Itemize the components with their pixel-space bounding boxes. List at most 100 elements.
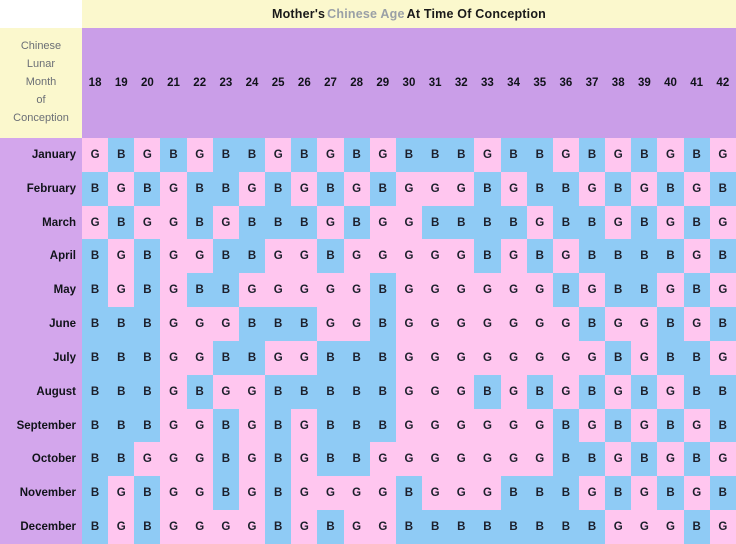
- prediction-cell: G: [212, 307, 239, 341]
- prediction-cell: G: [160, 408, 187, 443]
- prediction-cell: G: [448, 442, 475, 477]
- prediction-cell: B: [422, 205, 449, 240]
- prediction-cell: B: [369, 307, 396, 341]
- prediction-cell: G: [526, 205, 553, 240]
- prediction-cell: B: [265, 442, 292, 477]
- prediction-cell: G: [631, 476, 658, 511]
- prediction-cell: G: [265, 239, 292, 274]
- prediction-cell: G: [343, 307, 370, 341]
- prediction-cell: G: [212, 510, 239, 544]
- prediction-cell: B: [265, 476, 292, 511]
- prediction-cell: G: [657, 374, 684, 409]
- prediction-cell: G: [683, 476, 710, 511]
- row-cells: GBGBGBBGBGBGBBBGBBGBGBGBG: [82, 138, 736, 172]
- age-header-cell: 22: [193, 77, 207, 89]
- prediction-cell: B: [317, 442, 344, 477]
- prediction-cell: B: [526, 476, 553, 511]
- prediction-cell: G: [134, 205, 161, 240]
- prediction-cell: G: [552, 374, 579, 409]
- prediction-cell: B: [631, 442, 658, 477]
- month-row-label: June: [0, 307, 82, 341]
- prediction-cell: B: [212, 138, 239, 172]
- prediction-cell: B: [578, 442, 606, 477]
- prediction-cell: B: [500, 138, 527, 172]
- prediction-cell: B: [448, 138, 475, 172]
- prediction-cell: B: [108, 442, 135, 477]
- prediction-cell: G: [422, 273, 449, 308]
- row-cells: BBGGGBGBGBBGGGGGGGBBGBGBG: [82, 442, 736, 477]
- prediction-cell: G: [605, 374, 632, 409]
- prediction-cell: G: [343, 510, 370, 544]
- prediction-cell: G: [238, 408, 266, 443]
- prediction-cell: B: [82, 340, 109, 375]
- prediction-cell: G: [317, 273, 344, 308]
- prediction-cell: B: [657, 476, 684, 511]
- prediction-cell: G: [343, 476, 370, 511]
- prediction-cell: G: [395, 273, 423, 308]
- prediction-cell: B: [82, 476, 109, 511]
- table-row: February B G B G B B G B G B G B G G G B G B B G B G B G B: [0, 171, 736, 206]
- prediction-cell: G: [160, 374, 187, 409]
- prediction-cell: G: [369, 510, 396, 544]
- prediction-cell: B: [238, 340, 266, 375]
- prediction-cell: B: [212, 340, 239, 375]
- prediction-cell: G: [657, 510, 684, 544]
- prediction-cell: B: [657, 171, 684, 206]
- month-row-label: September: [0, 408, 82, 443]
- prediction-cell: G: [474, 307, 501, 341]
- header-corner-blank: [0, 0, 82, 28]
- prediction-cell: B: [82, 239, 109, 274]
- prediction-cell: G: [448, 171, 475, 206]
- month-row-label: July: [0, 340, 82, 375]
- prediction-cell: G: [160, 171, 187, 206]
- prediction-cell: B: [212, 408, 239, 443]
- prediction-cell: G: [605, 205, 632, 240]
- gender-prediction-chart: Mother's Chinese Age At Time Of Concepti…: [0, 0, 736, 544]
- prediction-cell: B: [212, 239, 239, 274]
- prediction-cell: G: [422, 307, 449, 341]
- prediction-cell: G: [212, 374, 239, 409]
- prediction-cell: G: [160, 340, 187, 375]
- age-header-cell: 36: [559, 77, 573, 89]
- row-cells: BGBGBBGBGBGBGGGBGBBGBGBGB: [82, 171, 736, 206]
- prediction-cell: B: [82, 510, 109, 544]
- prediction-cell: G: [709, 442, 736, 477]
- prediction-cell: B: [657, 408, 684, 443]
- prediction-cell: B: [343, 138, 370, 172]
- prediction-cell: B: [343, 340, 370, 375]
- age-header-cell: 24: [245, 77, 259, 89]
- row-cells: GBGGBGBBBGBGGBBBBGBBGBGBG: [82, 205, 736, 240]
- prediction-cell: B: [238, 205, 266, 240]
- prediction-cell: G: [657, 205, 684, 240]
- prediction-cell: B: [683, 205, 710, 240]
- prediction-cell: B: [317, 340, 344, 375]
- prediction-cell: G: [709, 273, 736, 308]
- prediction-cell: G: [448, 307, 475, 341]
- prediction-cell: B: [683, 138, 710, 172]
- month-row-label: April: [0, 239, 82, 274]
- prediction-cell: G: [578, 273, 606, 308]
- prediction-cell: B: [552, 476, 579, 511]
- prediction-cell: G: [186, 340, 213, 375]
- prediction-cell: B: [474, 374, 501, 409]
- prediction-cell: B: [631, 239, 658, 274]
- prediction-cell: G: [605, 307, 632, 341]
- age-header-cell: 21: [167, 77, 180, 89]
- prediction-cell: B: [657, 307, 684, 341]
- prediction-cell: B: [709, 408, 736, 443]
- title-part-two: At Time Of Conception: [406, 7, 547, 21]
- age-header-cell: 29: [376, 77, 390, 89]
- prediction-cell: G: [422, 239, 449, 274]
- prediction-cell: B: [526, 138, 553, 172]
- corner-line-5: Conception: [13, 111, 69, 124]
- prediction-cell: B: [369, 374, 396, 409]
- prediction-cell: G: [500, 408, 527, 443]
- prediction-cell: B: [657, 340, 684, 375]
- prediction-cell: B: [186, 205, 213, 240]
- prediction-cell: G: [395, 442, 423, 477]
- prediction-cell: G: [552, 239, 579, 274]
- row-cells: BBBGGGBBBGGBGGGGGGGBGGBGB: [82, 307, 736, 341]
- prediction-cell: G: [709, 138, 736, 172]
- prediction-cell: B: [578, 510, 606, 544]
- prediction-cell: G: [578, 408, 606, 443]
